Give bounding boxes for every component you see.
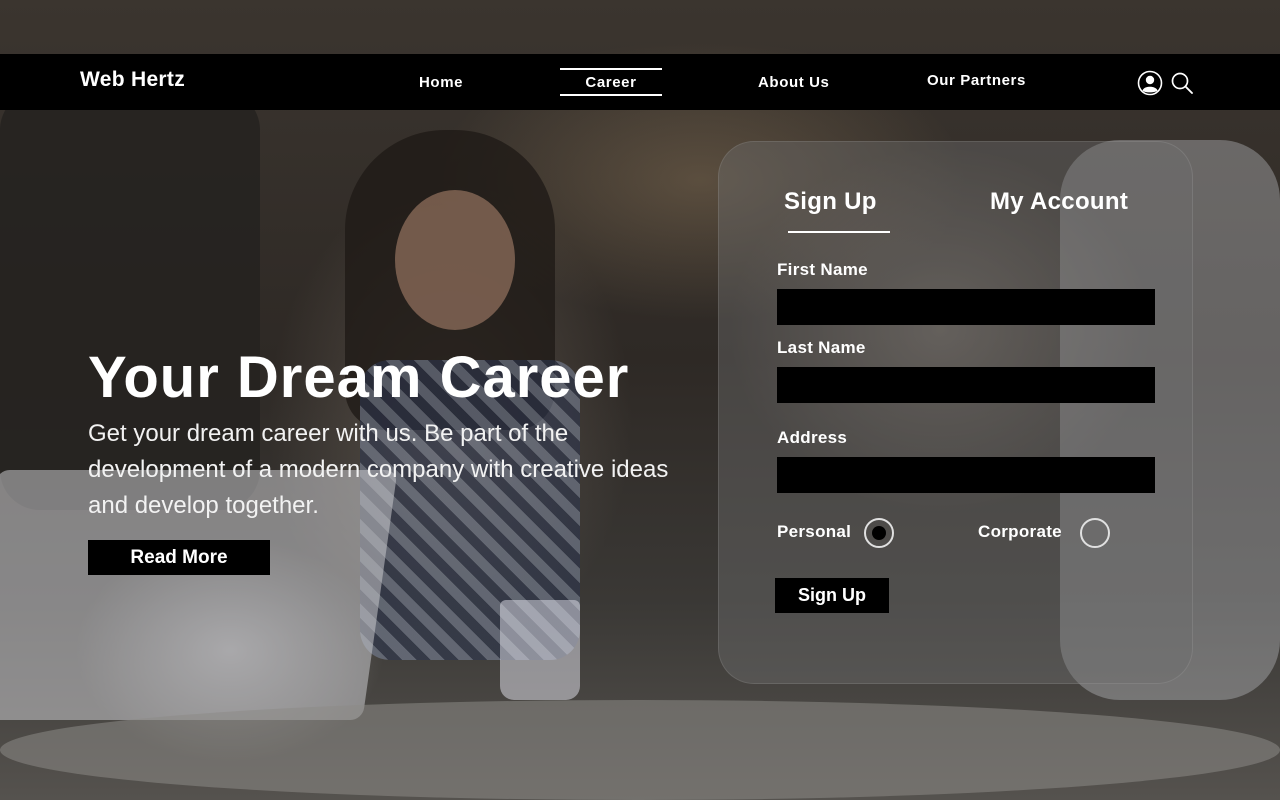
hero-description: Get your dream career with us. Be part o…	[88, 420, 669, 519]
search-icon[interactable]	[1169, 70, 1195, 96]
active-tab-indicator	[788, 231, 890, 233]
address-label: Address	[777, 428, 848, 447]
first-name-input[interactable]	[777, 289, 1155, 325]
address-input[interactable]	[777, 457, 1155, 493]
nav-career[interactable]: Career	[560, 68, 662, 96]
personal-radio[interactable]	[864, 518, 894, 548]
tab-sign-up[interactable]: Sign Up	[784, 188, 877, 216]
tab-my-account[interactable]: My Account	[990, 188, 1128, 216]
corporate-radio[interactable]	[1080, 518, 1110, 548]
radio-selected-dot	[872, 526, 886, 540]
brand-logo[interactable]: Web Hertz	[80, 68, 185, 92]
last-name-label: Last Name	[777, 338, 866, 357]
corporate-radio-label: Corporate	[978, 522, 1062, 541]
nav-home[interactable]: Home	[419, 74, 463, 91]
top-navbar: Web Hertz Home Career About Us Our Partn…	[0, 54, 1280, 110]
first-name-label: First Name	[777, 260, 868, 279]
user-icon[interactable]	[1137, 70, 1163, 96]
last-name-input[interactable]	[777, 367, 1155, 403]
nav-about-us[interactable]: About Us	[758, 74, 829, 91]
read-more-button[interactable]: Read More	[88, 540, 270, 575]
personal-radio-label: Personal	[777, 522, 852, 541]
sign-up-button[interactable]: Sign Up	[775, 578, 889, 613]
nav-our-partners[interactable]: Our Partners	[927, 72, 1026, 89]
signup-card: Sign Up My Account First Name Last Name …	[718, 141, 1193, 684]
hero-title: Your Dream Career	[88, 345, 630, 410]
